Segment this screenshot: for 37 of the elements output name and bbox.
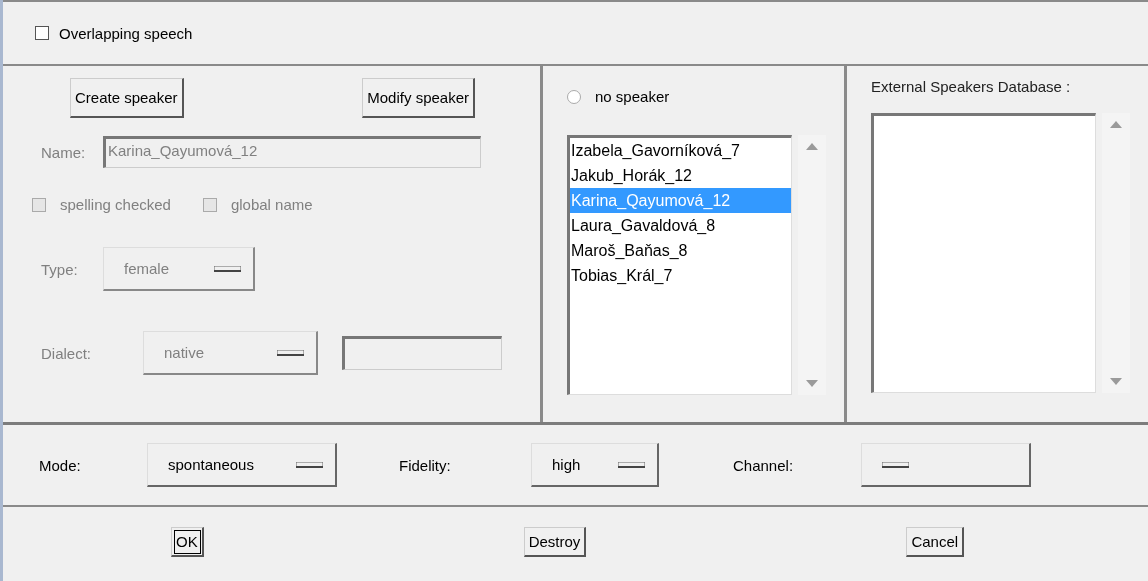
radio-label: no speaker bbox=[595, 88, 670, 105]
scroll-down-arrow-icon[interactable] bbox=[1110, 378, 1122, 385]
scroll-up-arrow-icon[interactable] bbox=[806, 143, 818, 150]
section-title: External Speakers Database : bbox=[871, 78, 1072, 95]
speaker-list-item[interactable]: Laura_Gavaldová_8 bbox=[570, 213, 791, 238]
field-label: Type: bbox=[40, 260, 79, 278]
field-label: Name: bbox=[40, 143, 87, 161]
option-menu-indicator-icon bbox=[296, 461, 323, 468]
speaker-list-item[interactable]: Jakub_Horák_12 bbox=[570, 163, 791, 188]
no-speaker-radio[interactable] bbox=[567, 89, 581, 104]
scroll-down-arrow-icon[interactable] bbox=[806, 380, 818, 387]
checkbox-label: spelling checked bbox=[60, 196, 171, 213]
option-dropdown[interactable]: spontaneous bbox=[147, 443, 337, 487]
create-speaker-button[interactable]: Create speaker bbox=[70, 78, 184, 118]
modify-speaker-button[interactable]: Modify speaker bbox=[362, 78, 475, 118]
speaker-list-item[interactable]: Maroš_Baňas_8 bbox=[570, 238, 791, 263]
option-menu-indicator-icon bbox=[214, 265, 241, 272]
checkbox-label: Overlapping speech bbox=[59, 24, 193, 42]
scrollbar[interactable] bbox=[1102, 113, 1130, 393]
speaker-list-item[interactable]: Tobias_Král_7 bbox=[570, 263, 791, 288]
checkbox-label: global name bbox=[230, 196, 313, 213]
dialog-button[interactable]: Cancel bbox=[906, 527, 965, 557]
option-menu-indicator-icon bbox=[882, 461, 909, 468]
speaker-list-item[interactable]: Izabela_Gavorníková_7 bbox=[570, 138, 791, 163]
scrollbar[interactable] bbox=[798, 135, 826, 395]
scroll-up-arrow-icon[interactable] bbox=[1110, 121, 1122, 128]
dialog-button[interactable]: Destroy bbox=[523, 527, 587, 557]
option-dropdown[interactable]: high bbox=[531, 443, 659, 487]
option-label: Mode: bbox=[39, 456, 82, 474]
field-label: Dialect: bbox=[40, 344, 93, 362]
overlapping-speech-checkbox[interactable] bbox=[35, 26, 49, 40]
option-menu-indicator-icon bbox=[277, 349, 304, 356]
option-label: Channel: bbox=[733, 456, 795, 474]
ok-button[interactable]: OK bbox=[171, 527, 204, 557]
option-label: Fidelity: bbox=[399, 456, 452, 474]
option-menu-indicator-icon bbox=[618, 461, 645, 468]
option-dropdown[interactable] bbox=[861, 443, 1031, 487]
